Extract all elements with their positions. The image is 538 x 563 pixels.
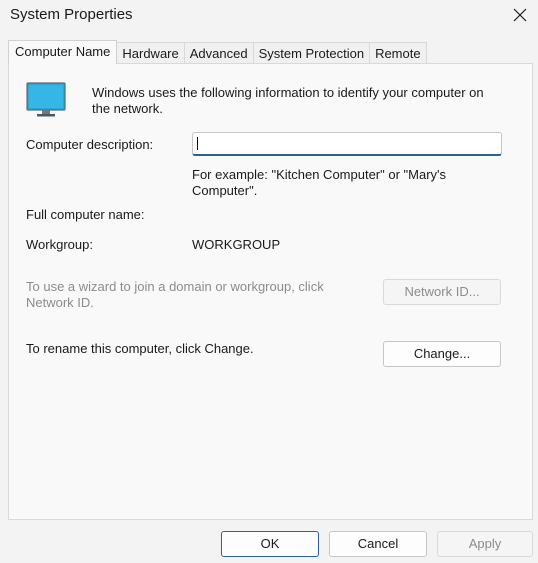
example-text-line2: Computer". — [192, 183, 258, 198]
workgroup-label: Workgroup: — [26, 237, 93, 252]
wizard-text-line2: Network ID. — [26, 295, 94, 310]
text-caret — [197, 137, 198, 150]
computer-description-label: Computer description: — [26, 137, 154, 152]
full-computer-name-label: Full computer name: — [26, 207, 145, 222]
close-icon — [513, 8, 527, 22]
system-properties-window: System Properties Computer Name Hardware… — [0, 0, 538, 563]
example-text-line1: For example: "Kitchen Computer" or "Mary… — [192, 167, 447, 182]
title-bar: System Properties — [0, 0, 538, 30]
tab-computer-name[interactable]: Computer Name — [8, 40, 118, 64]
apply-button[interactable]: Apply — [437, 531, 533, 557]
ok-button[interactable]: OK — [221, 531, 319, 557]
network-id-button[interactable]: Network ID... — [383, 279, 501, 305]
computer-description-input[interactable] — [192, 132, 502, 156]
workgroup-value: WORKGROUP — [192, 237, 281, 252]
cancel-button[interactable]: Cancel — [329, 531, 427, 557]
intro-text-line1: Windows uses the following information t… — [92, 85, 484, 100]
tab-remote[interactable]: Remote — [370, 42, 427, 64]
close-button[interactable] — [502, 0, 538, 30]
window-title: System Properties — [10, 6, 133, 23]
change-button[interactable]: Change... — [383, 341, 501, 367]
tab-strip: Computer Name Hardware Advanced System P… — [8, 40, 427, 64]
wizard-text-line1: To use a wizard to join a domain or work… — [26, 279, 324, 294]
intro-text-line2: the network. — [92, 101, 163, 116]
tab-hardware[interactable]: Hardware — [117, 42, 185, 64]
tab-advanced[interactable]: Advanced — [184, 42, 254, 64]
monitor-icon — [26, 82, 66, 117]
rename-text: To rename this computer, click Change. — [26, 341, 254, 356]
tab-system-protection[interactable]: System Protection — [253, 42, 371, 64]
